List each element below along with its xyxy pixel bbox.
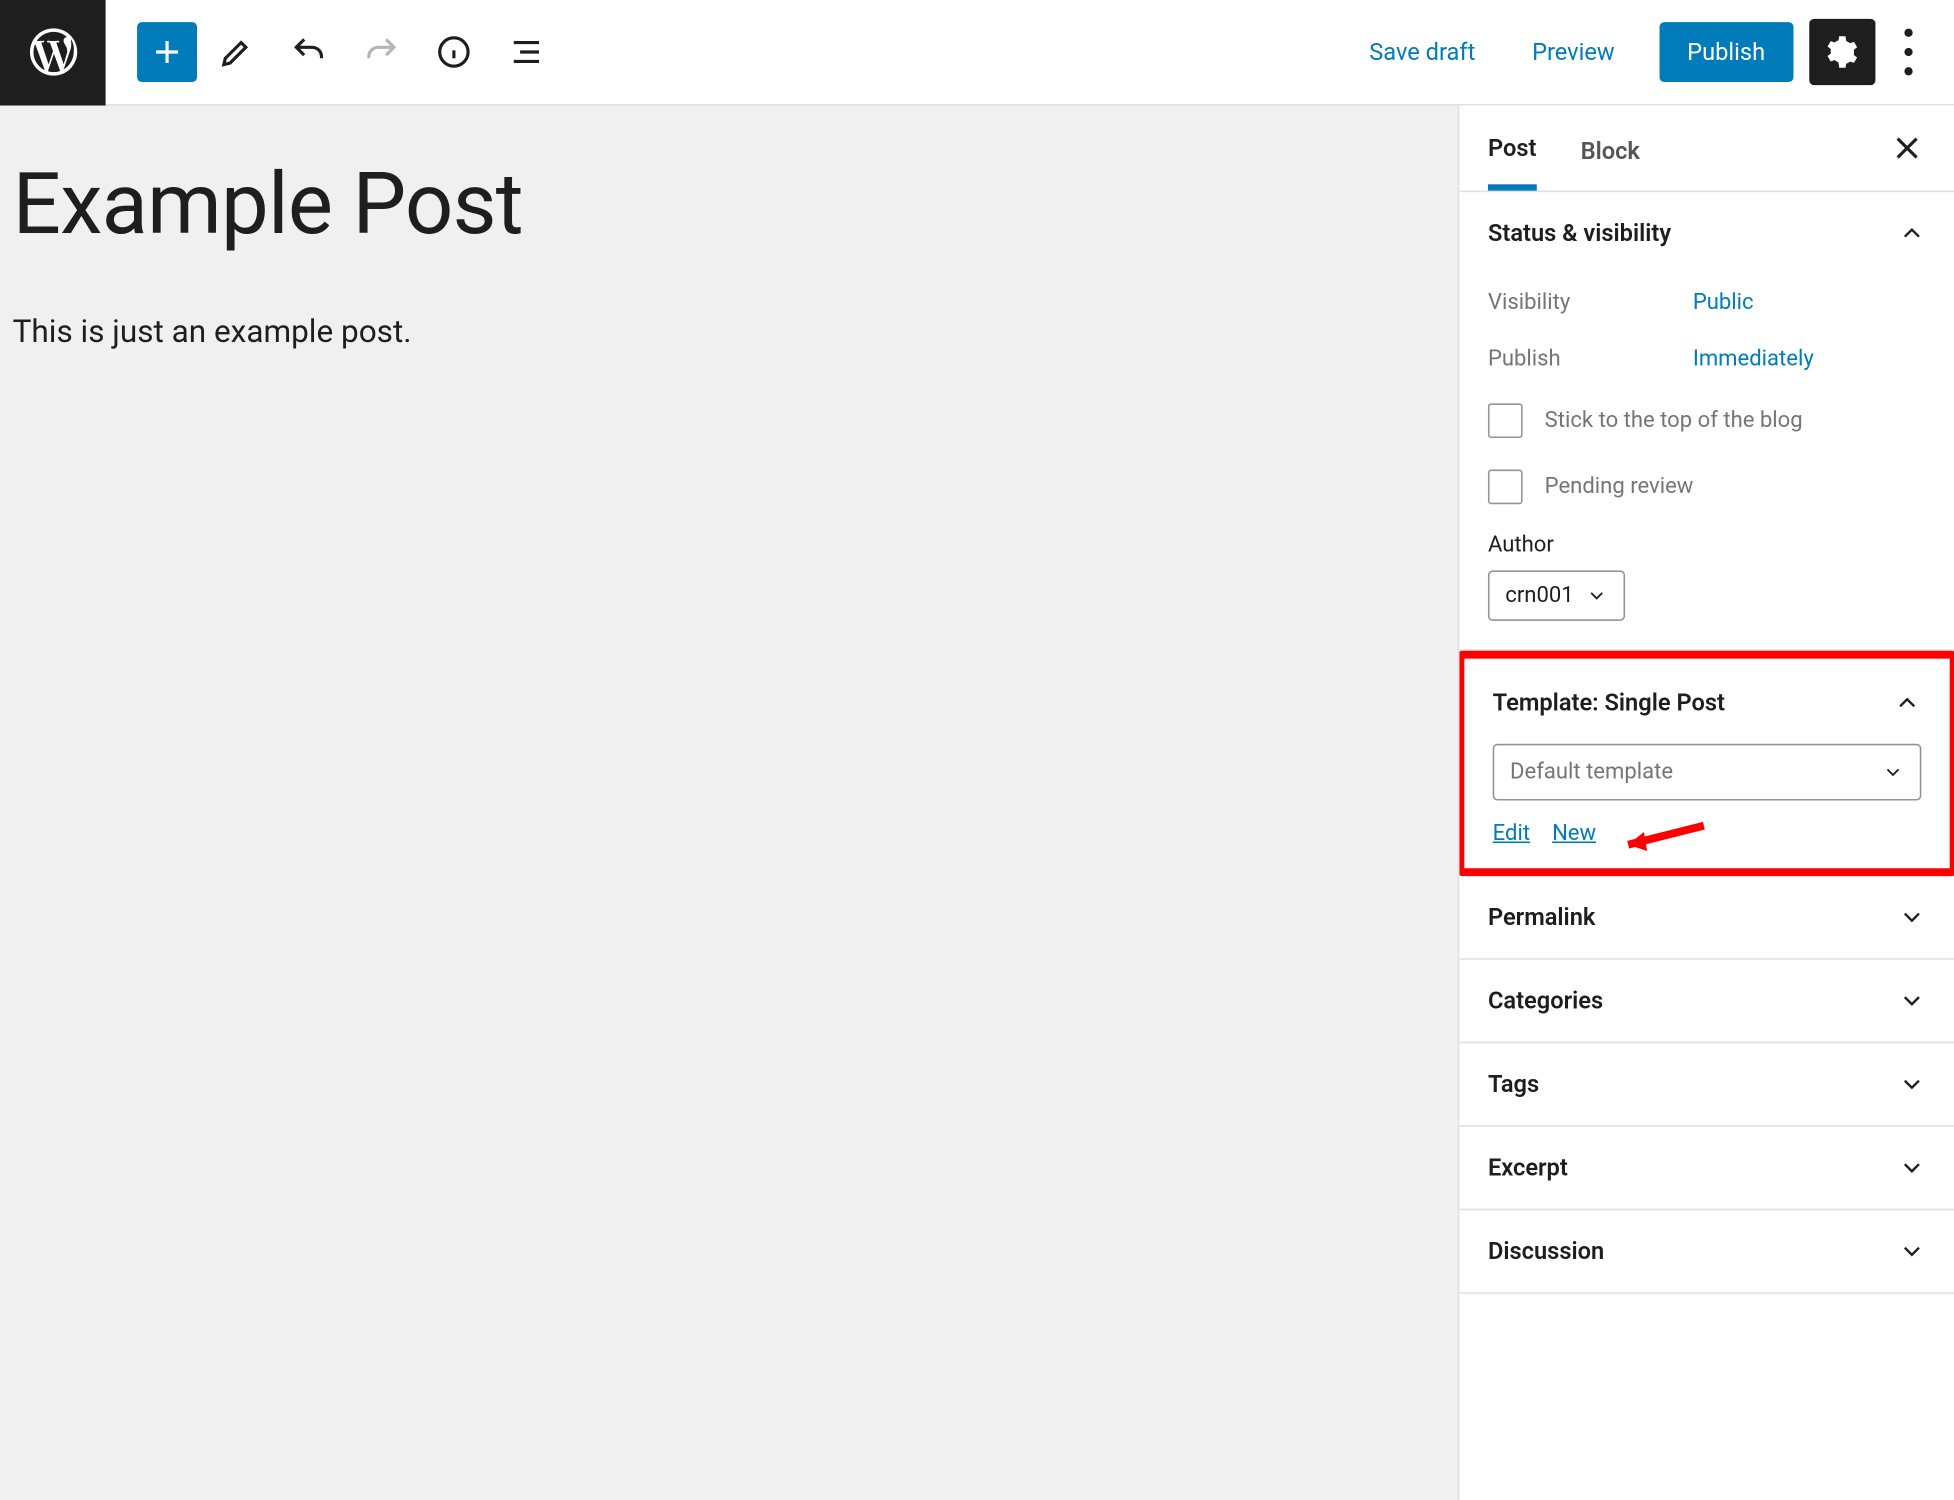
template-select-value: Default template xyxy=(1510,760,1673,785)
publish-label: Publish xyxy=(1488,347,1693,372)
panel-categories-title: Categories xyxy=(1488,987,1603,1015)
template-select[interactable]: Default template xyxy=(1492,744,1921,801)
panel-discussion: Discussion xyxy=(1459,1210,1954,1294)
tab-post[interactable]: Post xyxy=(1488,106,1537,190)
undo-button[interactable] xyxy=(276,19,342,85)
panel-categories-header[interactable]: Categories xyxy=(1459,960,1954,1042)
chevron-down-icon xyxy=(1898,1154,1926,1182)
author-select[interactable]: crn001 xyxy=(1488,571,1626,621)
panel-permalink: Permalink xyxy=(1459,876,1954,960)
stick-label: Stick to the top of the blog xyxy=(1544,408,1802,433)
add-block-button[interactable] xyxy=(137,22,197,82)
chevron-down-icon xyxy=(1586,585,1608,607)
editor-canvas[interactable]: Example Post This is just an example pos… xyxy=(0,106,1458,1500)
chevron-down-icon xyxy=(1898,1070,1926,1098)
annotation-highlight: Template: Single Post Default template E… xyxy=(1458,651,1954,876)
pending-review-label: Pending review xyxy=(1544,474,1693,499)
more-options-button[interactable] xyxy=(1875,19,1941,85)
chevron-up-icon xyxy=(1898,219,1926,247)
panel-status-header[interactable]: Status & visibility xyxy=(1459,192,1954,274)
visibility-value[interactable]: Public xyxy=(1693,290,1754,315)
publish-value[interactable]: Immediately xyxy=(1693,347,1814,372)
author-label: Author xyxy=(1488,520,1926,570)
panel-excerpt: Excerpt xyxy=(1459,1127,1954,1211)
chevron-down-icon xyxy=(1882,761,1904,783)
panel-excerpt-header[interactable]: Excerpt xyxy=(1459,1127,1954,1209)
template-edit-link[interactable]: Edit xyxy=(1492,821,1529,846)
visibility-label: Visibility xyxy=(1488,290,1693,315)
post-title[interactable]: Example Post xyxy=(0,106,1458,256)
chevron-down-icon xyxy=(1898,903,1926,931)
author-value: crn001 xyxy=(1505,583,1573,608)
chevron-down-icon xyxy=(1898,987,1926,1015)
panel-tags: Tags xyxy=(1459,1043,1954,1127)
redo-button[interactable] xyxy=(348,19,414,85)
wordpress-logo[interactable] xyxy=(0,0,106,105)
tab-block[interactable]: Block xyxy=(1580,110,1639,187)
outline-button[interactable] xyxy=(493,19,559,85)
panel-discussion-header[interactable]: Discussion xyxy=(1459,1210,1954,1292)
panel-template: Template: Single Post Default template E… xyxy=(1464,662,1949,862)
pending-review-checkbox[interactable] xyxy=(1488,470,1523,505)
settings-sidebar: Post Block Status & visibility Visibilit… xyxy=(1458,106,1954,1500)
preview-button[interactable]: Preview xyxy=(1504,22,1643,82)
chevron-down-icon xyxy=(1898,1237,1926,1265)
panel-template-title: Template: Single Post xyxy=(1492,689,1724,717)
panel-discussion-title: Discussion xyxy=(1488,1237,1604,1265)
panel-categories: Categories xyxy=(1459,960,1954,1044)
edit-mode-button[interactable] xyxy=(203,19,269,85)
save-draft-button[interactable]: Save draft xyxy=(1341,22,1504,82)
panel-tags-title: Tags xyxy=(1488,1070,1539,1098)
stick-checkbox[interactable] xyxy=(1488,403,1523,438)
panel-status-title: Status & visibility xyxy=(1488,219,1671,247)
panel-permalink-title: Permalink xyxy=(1488,903,1595,931)
panel-status-visibility: Status & visibility Visibility Public Pu… xyxy=(1459,192,1954,651)
panel-permalink-header[interactable]: Permalink xyxy=(1459,876,1954,958)
publish-button[interactable]: Publish xyxy=(1659,22,1794,82)
settings-button[interactable] xyxy=(1809,19,1875,85)
post-body[interactable]: This is just an example post. xyxy=(0,255,1458,350)
panel-template-header[interactable]: Template: Single Post xyxy=(1464,662,1949,744)
close-sidebar-button[interactable] xyxy=(1888,129,1926,167)
panel-tags-header[interactable]: Tags xyxy=(1459,1043,1954,1125)
panel-excerpt-title: Excerpt xyxy=(1488,1154,1568,1182)
template-new-link[interactable]: New xyxy=(1552,821,1596,846)
chevron-up-icon xyxy=(1893,689,1921,717)
annotation-arrow-icon xyxy=(1612,820,1707,855)
info-button[interactable] xyxy=(421,19,487,85)
editor-toolbar: Save draft Preview Publish xyxy=(0,0,1954,106)
